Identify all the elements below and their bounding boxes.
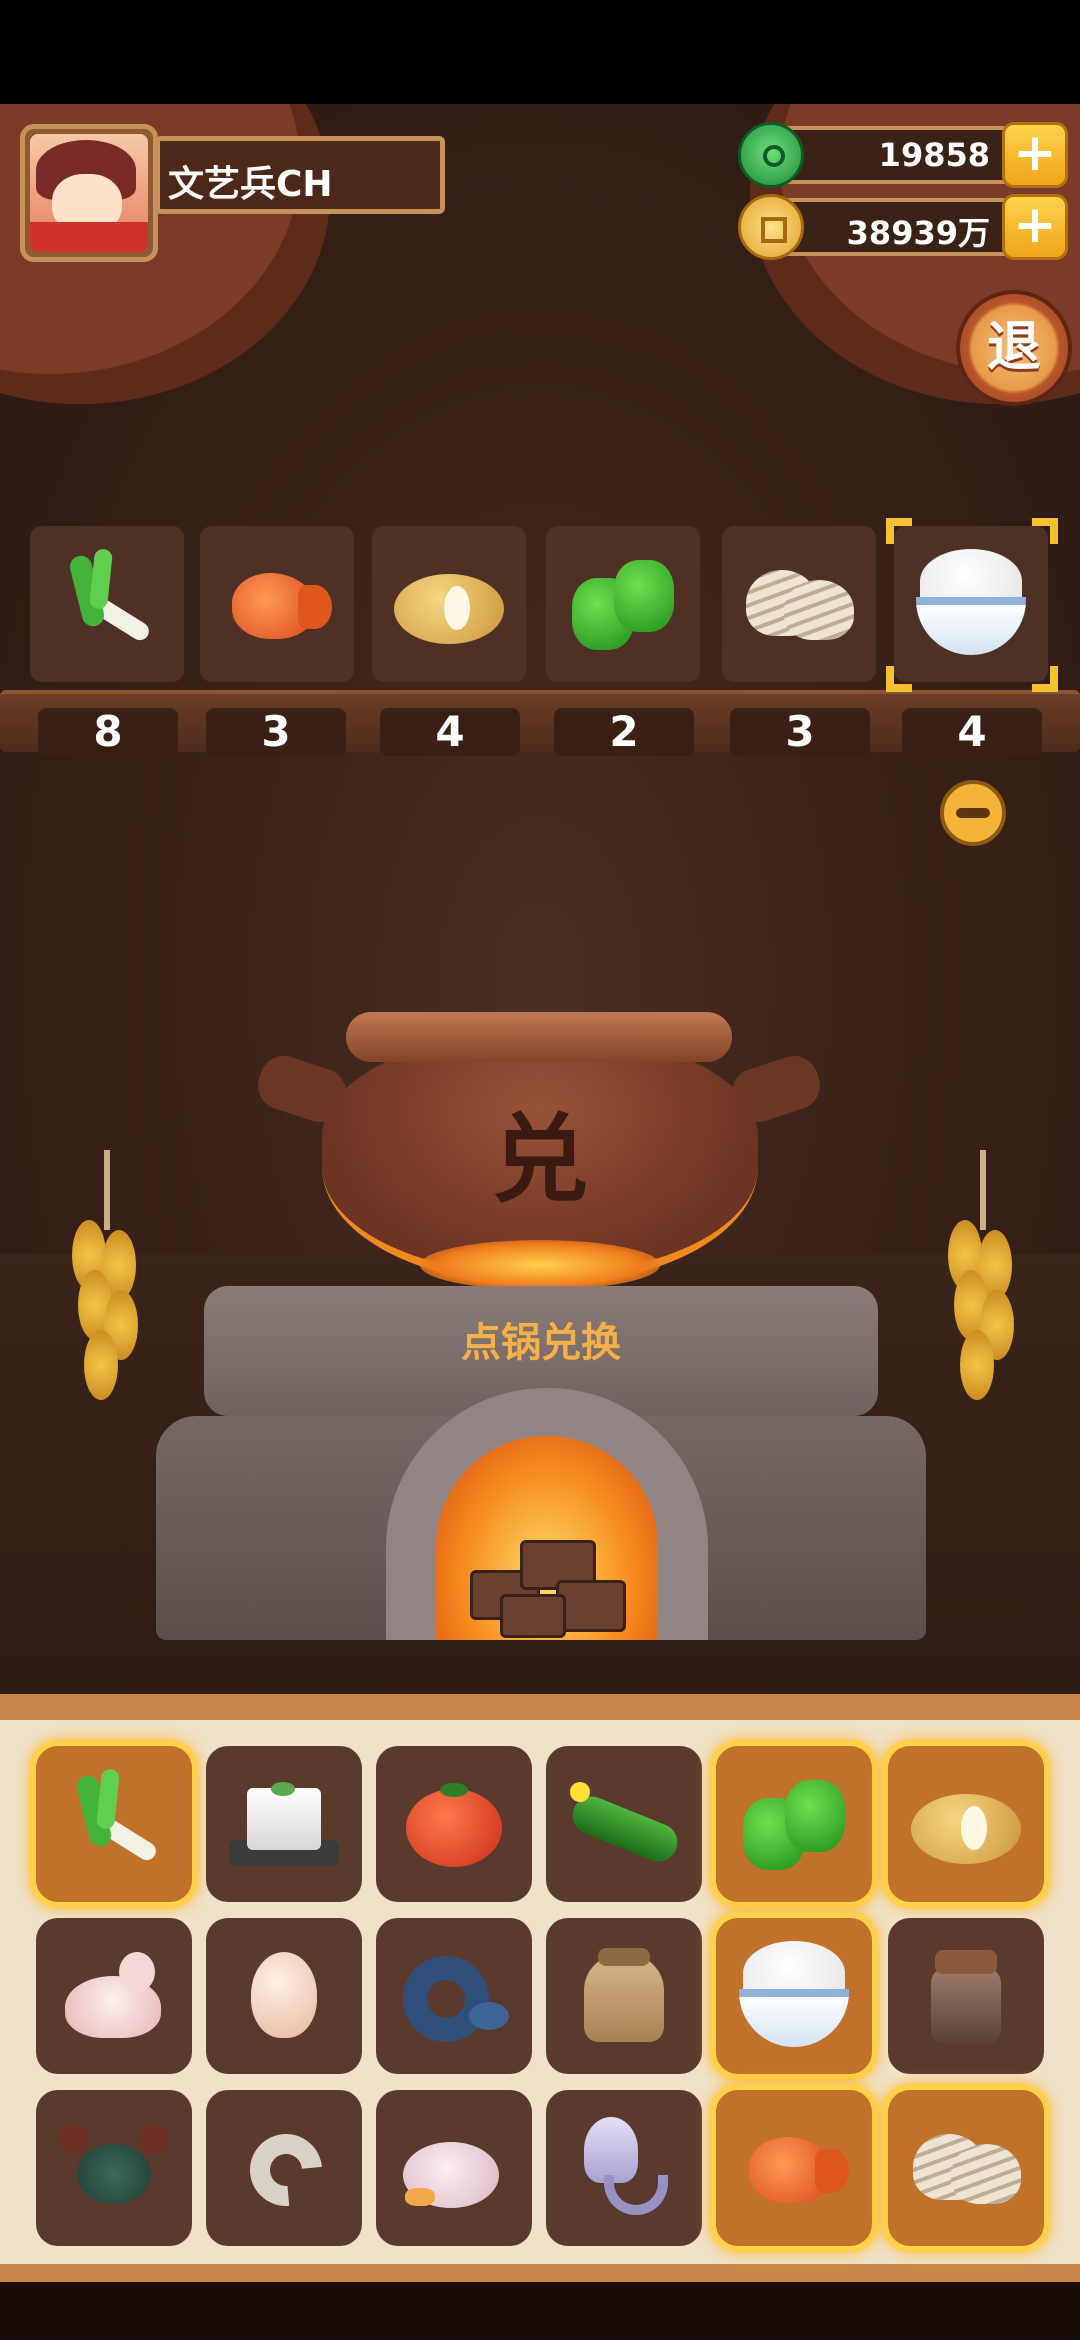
qty-scallion: 8 bbox=[38, 708, 178, 756]
inventory-item-green-pepper[interactable] bbox=[716, 1746, 872, 1902]
qty-clam: 3 bbox=[730, 708, 870, 756]
selected-slot-potato[interactable] bbox=[372, 526, 526, 682]
selection-corner bbox=[886, 518, 912, 544]
pot-flame bbox=[420, 1240, 660, 1290]
selected-slot-fish[interactable] bbox=[200, 526, 354, 682]
inventory-item-donut-fish[interactable] bbox=[376, 1918, 532, 2074]
qty-fish: 3 bbox=[206, 708, 346, 756]
inventory-item-squid[interactable] bbox=[546, 2090, 702, 2246]
flour-sack-icon bbox=[574, 1946, 674, 2046]
inventory-item-clam[interactable] bbox=[888, 2090, 1044, 2246]
coin-value: 38939万 bbox=[846, 214, 990, 252]
bottom-bar bbox=[0, 2282, 1080, 2340]
sauce-jar-icon bbox=[921, 1946, 1011, 2046]
avatar-portrait bbox=[30, 134, 148, 252]
hanging-corn-left bbox=[72, 1150, 142, 1410]
rice-icon bbox=[916, 549, 1026, 659]
selected-slot-green-pepper[interactable] bbox=[546, 526, 700, 682]
selection-corner bbox=[1032, 518, 1058, 544]
jade-currency: 19858 + bbox=[738, 122, 1068, 188]
exchange-hint: 点锅兑换 bbox=[461, 1320, 621, 1366]
pigeon-icon bbox=[59, 1946, 169, 2046]
player-name: 文艺兵CH bbox=[155, 136, 445, 214]
green-pepper-icon bbox=[568, 554, 678, 654]
firewood-icon bbox=[460, 1530, 640, 1640]
inventory-item-scallion[interactable] bbox=[36, 1746, 192, 1902]
exit-button[interactable]: 退 bbox=[956, 290, 1072, 406]
inventory-item-egg[interactable] bbox=[206, 1918, 362, 2074]
coin-icon bbox=[738, 194, 804, 260]
inventory-item-cucumber[interactable] bbox=[546, 1746, 702, 1902]
jade-value: 19858 bbox=[878, 136, 990, 174]
qty-green-pepper: 2 bbox=[554, 708, 694, 756]
crab-icon bbox=[59, 2118, 169, 2218]
duck-icon bbox=[399, 2118, 509, 2218]
inventory-item-duck[interactable] bbox=[376, 2090, 532, 2246]
hanging-corn-right bbox=[948, 1150, 1018, 1410]
inventory-item-tomato[interactable] bbox=[376, 1746, 532, 1902]
add-jade-button[interactable]: + bbox=[1002, 122, 1068, 188]
inventory-item-fish[interactable] bbox=[716, 2090, 872, 2246]
player-avatar[interactable] bbox=[20, 124, 158, 262]
egg-icon bbox=[239, 1946, 329, 2046]
status-bar bbox=[0, 0, 1080, 104]
jade-icon bbox=[738, 122, 804, 188]
pot-rim bbox=[346, 1012, 732, 1062]
rice-icon bbox=[739, 1941, 849, 2051]
potato-icon bbox=[394, 564, 504, 644]
selected-slot-clam[interactable] bbox=[722, 526, 876, 682]
pot-label: 兑 bbox=[492, 1104, 588, 1216]
tomato-icon bbox=[406, 1779, 502, 1869]
cucumber-icon bbox=[564, 1774, 684, 1874]
inventory-item-potato[interactable] bbox=[888, 1746, 1044, 1902]
potato-icon bbox=[911, 1784, 1021, 1864]
clam-icon bbox=[744, 564, 854, 644]
selection-corner bbox=[1032, 666, 1058, 692]
inventory-item-rice[interactable] bbox=[716, 1918, 872, 2074]
clam-icon bbox=[911, 2128, 1021, 2208]
selection-corner bbox=[886, 666, 912, 692]
shrimp-icon bbox=[234, 2118, 337, 2221]
coin-currency: 38939万 + bbox=[738, 194, 1068, 260]
add-coin-button[interactable]: + bbox=[1002, 194, 1068, 260]
inventory-item-tofu[interactable] bbox=[206, 1746, 362, 1902]
inventory-item-crab[interactable] bbox=[36, 2090, 192, 2246]
squid-icon bbox=[574, 2113, 674, 2223]
fish-icon bbox=[739, 2123, 849, 2213]
inventory-item-flour-sack[interactable] bbox=[546, 1918, 702, 2074]
inventory-item-pigeon[interactable] bbox=[36, 1918, 192, 2074]
inventory-item-sauce-jar[interactable] bbox=[888, 1918, 1044, 2074]
green-pepper-icon bbox=[739, 1774, 849, 1874]
inventory-item-shrimp[interactable] bbox=[206, 2090, 362, 2246]
selected-slot-scallion[interactable] bbox=[30, 526, 184, 682]
donut-fish-icon bbox=[399, 1946, 509, 2046]
fish-icon bbox=[222, 559, 332, 649]
qty-potato: 4 bbox=[380, 708, 520, 756]
scallion-icon bbox=[69, 1768, 160, 1879]
scallion-icon bbox=[62, 548, 153, 659]
selected-slot-rice[interactable] bbox=[894, 526, 1048, 682]
qty-rice: 4 bbox=[902, 708, 1042, 756]
minus-button[interactable] bbox=[940, 780, 1006, 846]
tofu-icon bbox=[229, 1774, 339, 1874]
